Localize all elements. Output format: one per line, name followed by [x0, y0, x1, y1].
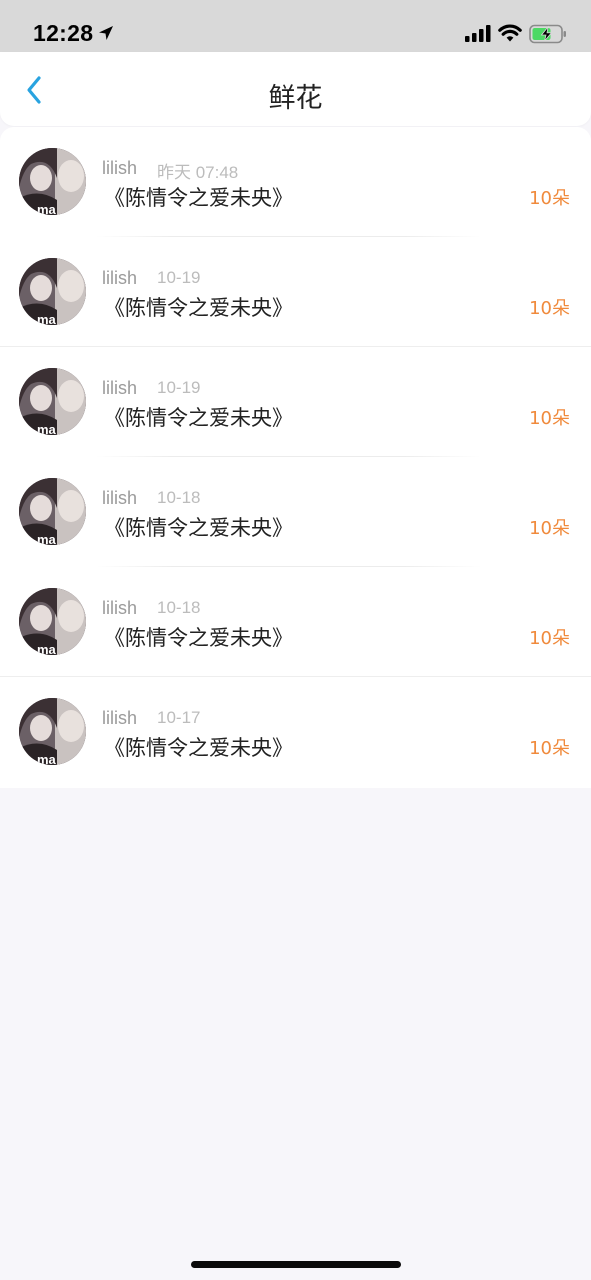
user-name: lilish: [102, 158, 138, 178]
svg-text:ma: ma: [37, 642, 57, 655]
list-item[interactable]: ma lilish 10-19 《陈情令之爱未央》 10朵: [0, 237, 591, 347]
wifi-icon: [498, 24, 522, 42]
work-title: 《陈情令之爱未央》: [104, 406, 293, 430]
status-bar: 12:28: [0, 0, 591, 52]
post-time: 昨天 07:48: [157, 163, 239, 182]
work-title: 《陈情令之爱未央》: [104, 736, 293, 760]
post-time: 10-19: [157, 268, 201, 287]
user-name: lilish: [102, 708, 138, 728]
home-indicator[interactable]: [191, 1261, 401, 1268]
work-title: 《陈情令之爱未央》: [104, 296, 293, 320]
flower-count: 10朵: [529, 738, 570, 759]
flower-count: 10朵: [529, 628, 570, 649]
list-item[interactable]: ma lilish 10-18 《陈情令之爱未央》 10朵: [0, 567, 591, 677]
avatar[interactable]: ma: [19, 588, 86, 655]
flower-list: ma lilish 昨天 07:48 《陈情令之爱未央》 10朵 ma lili…: [0, 127, 591, 788]
list-item[interactable]: ma lilish 昨天 07:48 《陈情令之爱未央》 10朵: [0, 127, 591, 237]
screen: 12:28 鲜花 ma lilish 昨天 07:48 《陈情令之爱未央》 10…: [0, 0, 591, 1280]
avatar[interactable]: ma: [19, 258, 86, 325]
flower-count: 10朵: [529, 408, 570, 429]
location-arrow-icon: [99, 26, 113, 40]
svg-text:ma: ma: [37, 422, 57, 435]
svg-text:ma: ma: [37, 202, 57, 215]
work-title: 《陈情令之爱未央》: [104, 626, 293, 650]
avatar[interactable]: ma: [19, 368, 86, 435]
battery-charging-icon: [529, 24, 566, 44]
work-title: 《陈情令之爱未央》: [104, 186, 293, 210]
avatar[interactable]: ma: [19, 148, 86, 215]
post-time: 10-19: [157, 378, 201, 397]
list-item[interactable]: ma lilish 10-18 《陈情令之爱未央》 10朵: [0, 457, 591, 567]
svg-text:ma: ma: [37, 752, 57, 765]
cellular-signal-icon: [465, 25, 491, 42]
user-name: lilish: [102, 488, 138, 508]
flower-count: 10朵: [529, 298, 570, 319]
svg-text:ma: ma: [37, 312, 57, 325]
status-time: 12:28: [33, 20, 94, 46]
page-title: 鲜花: [268, 83, 323, 114]
user-name: lilish: [102, 378, 138, 398]
avatar[interactable]: ma: [19, 698, 86, 765]
list-item[interactable]: ma lilish 10-17 《陈情令之爱未央》 10朵: [0, 677, 591, 787]
post-time: 10-17: [157, 708, 201, 727]
avatar[interactable]: ma: [19, 478, 86, 545]
flower-count: 10朵: [529, 518, 570, 539]
user-name: lilish: [102, 268, 138, 288]
post-time: 10-18: [157, 488, 201, 507]
nav-bar: 鲜花: [0, 52, 591, 126]
svg-text:ma: ma: [37, 532, 57, 545]
work-title: 《陈情令之爱未央》: [104, 516, 293, 540]
post-time: 10-18: [157, 598, 201, 617]
user-name: lilish: [102, 598, 138, 618]
list-item[interactable]: ma lilish 10-19 《陈情令之爱未央》 10朵: [0, 347, 591, 457]
flower-count: 10朵: [529, 188, 570, 209]
